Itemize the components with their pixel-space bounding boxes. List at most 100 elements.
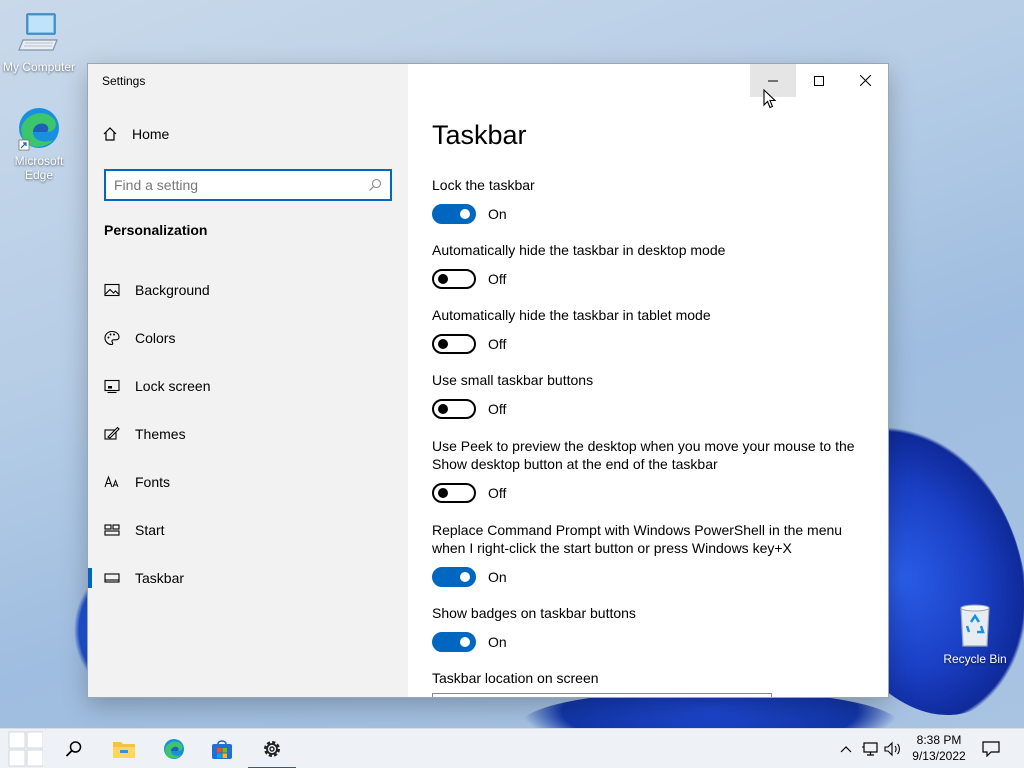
- network-tray-icon[interactable]: [862, 729, 880, 768]
- desktop-icon-my-computer[interactable]: My Computer: [1, 10, 77, 74]
- toggle-state: On: [488, 569, 507, 585]
- file-explorer-button[interactable]: [100, 729, 148, 768]
- toggle-switch[interactable]: [432, 204, 476, 224]
- taskbar-icon: [104, 573, 120, 583]
- setting-peek: Use Peek to preview the desktop when you…: [432, 437, 872, 503]
- desktop-icon-edge[interactable]: Microsoft Edge: [1, 104, 77, 182]
- taskbar-location-dropdown[interactable]: [432, 693, 772, 697]
- toggle-switch[interactable]: [432, 632, 476, 652]
- sidebar-item-fonts[interactable]: Fonts: [88, 458, 408, 506]
- setting-badges: Show badges on taskbar buttons On: [432, 604, 872, 652]
- toggle-state: Off: [488, 336, 507, 352]
- start-button[interactable]: [0, 729, 48, 768]
- mouse-cursor-icon: [763, 89, 777, 109]
- setting-label: Lock the taskbar: [432, 177, 535, 193]
- toggle-state: Off: [488, 485, 507, 501]
- search-input[interactable]: [114, 177, 368, 193]
- setting-small-buttons: Use small taskbar buttons Off: [432, 371, 872, 419]
- sidebar-item-background[interactable]: Background: [88, 266, 408, 314]
- search-taskbar-button[interactable]: [50, 729, 98, 768]
- palette-icon: [104, 330, 120, 346]
- notification-icon: [982, 741, 1000, 757]
- chevron-up-icon: [840, 746, 852, 753]
- setting-autohide-tablet: Automatically hide the taskbar in tablet…: [432, 306, 872, 354]
- fonts-icon: [104, 475, 119, 488]
- home-icon: [103, 127, 117, 141]
- desktop-icon-label: Recycle Bin: [943, 652, 1007, 666]
- toggle-state: Off: [488, 401, 507, 417]
- clock-date: 9/13/2022: [912, 749, 966, 763]
- window-title: Settings: [102, 74, 146, 88]
- setting-label: Use small taskbar buttons: [432, 372, 594, 388]
- settings-window: Settings Home Personalization Background: [88, 64, 888, 697]
- show-hidden-icons-button[interactable]: [838, 729, 854, 768]
- network-icon: [862, 742, 878, 756]
- settings-taskbar-button[interactable]: [248, 729, 296, 768]
- setting-autohide-desktop: Automatically hide the taskbar in deskto…: [432, 241, 872, 289]
- sidebar-item-label: Background: [135, 282, 210, 298]
- search-icon: [65, 741, 82, 757]
- sidebar-item-lock-screen[interactable]: Lock screen: [88, 362, 408, 410]
- sidebar-item-taskbar[interactable]: Taskbar: [88, 554, 408, 602]
- store-button[interactable]: [198, 729, 246, 768]
- page-title: Taskbar: [432, 120, 527, 150]
- edge-taskbar-button[interactable]: [150, 729, 198, 768]
- desktop-icon-recycle-bin[interactable]: Recycle Bin: [937, 602, 1013, 666]
- desktop-icon-label: Microsoft Edge: [14, 154, 64, 182]
- setting-label: Taskbar location on screen: [432, 670, 599, 686]
- maximize-button[interactable]: [796, 64, 842, 97]
- toggle-state: On: [488, 634, 507, 650]
- themes-icon: [104, 426, 120, 440]
- toggle-state: On: [488, 206, 507, 222]
- toggle-switch[interactable]: [432, 483, 476, 503]
- section-heading: Personalization: [104, 222, 208, 238]
- home-nav-item[interactable]: Home: [102, 126, 169, 142]
- sidebar-item-label: Lock screen: [135, 378, 211, 394]
- toggle-switch[interactable]: [432, 567, 476, 587]
- edge-icon: [18, 108, 59, 151]
- sidebar-item-colors[interactable]: Colors: [88, 314, 408, 362]
- sidebar-nav: Background Colors Lock screen Themes Fon…: [88, 266, 408, 602]
- start-icon: [104, 524, 120, 536]
- sidebar-item-start[interactable]: Start: [88, 506, 408, 554]
- close-button[interactable]: [842, 64, 888, 97]
- setting-label: Automatically hide the taskbar in deskto…: [432, 242, 726, 258]
- sidebar-item-label: Themes: [135, 426, 186, 442]
- minimize-icon: [768, 80, 778, 81]
- content-pane: Taskbar Lock the taskbar On Automaticall…: [408, 64, 888, 697]
- gear-icon: [264, 741, 280, 757]
- sidebar: Settings Home Personalization Background: [88, 64, 408, 697]
- setting-label: Replace Command Prompt with Windows Powe…: [432, 522, 843, 556]
- notifications-button[interactable]: [982, 729, 1000, 768]
- toggle-switch[interactable]: [432, 334, 476, 354]
- close-icon: [859, 75, 871, 86]
- toggle-switch[interactable]: [432, 269, 476, 289]
- clock[interactable]: 8:38 PM 9/13/2022: [900, 732, 978, 764]
- search-icon[interactable]: [368, 178, 382, 192]
- search-box[interactable]: [104, 169, 392, 201]
- sidebar-item-themes[interactable]: Themes: [88, 410, 408, 458]
- lock-screen-icon: [104, 379, 120, 394]
- computer-icon: [18, 13, 58, 51]
- store-icon: [212, 740, 232, 759]
- sidebar-item-label: Start: [135, 522, 165, 538]
- setting-powershell: Replace Command Prompt with Windows Powe…: [432, 521, 872, 587]
- setting-taskbar-location: Taskbar location on screen: [432, 669, 872, 687]
- windows-logo-icon: [8, 731, 43, 767]
- toggle-state: Off: [488, 271, 507, 287]
- clock-time: 8:38 PM: [916, 733, 962, 747]
- sidebar-item-label: Colors: [135, 330, 176, 346]
- edge-icon: [164, 739, 184, 759]
- desktop-icon-label: My Computer: [2, 60, 76, 74]
- home-label: Home: [132, 126, 170, 142]
- folder-icon: [113, 742, 135, 758]
- setting-label: Automatically hide the taskbar in tablet…: [432, 307, 711, 323]
- setting-label: Show badges on taskbar buttons: [432, 605, 636, 621]
- picture-icon: [104, 283, 120, 297]
- setting-label: Use Peek to preview the desktop when you…: [432, 438, 855, 472]
- maximize-icon: [814, 75, 824, 86]
- toggle-switch[interactable]: [432, 399, 476, 419]
- recycle-bin-icon: [960, 604, 990, 647]
- setting-lock-taskbar: Lock the taskbar On: [432, 176, 872, 224]
- taskbar: 8:38 PM 9/13/2022: [0, 728, 1024, 768]
